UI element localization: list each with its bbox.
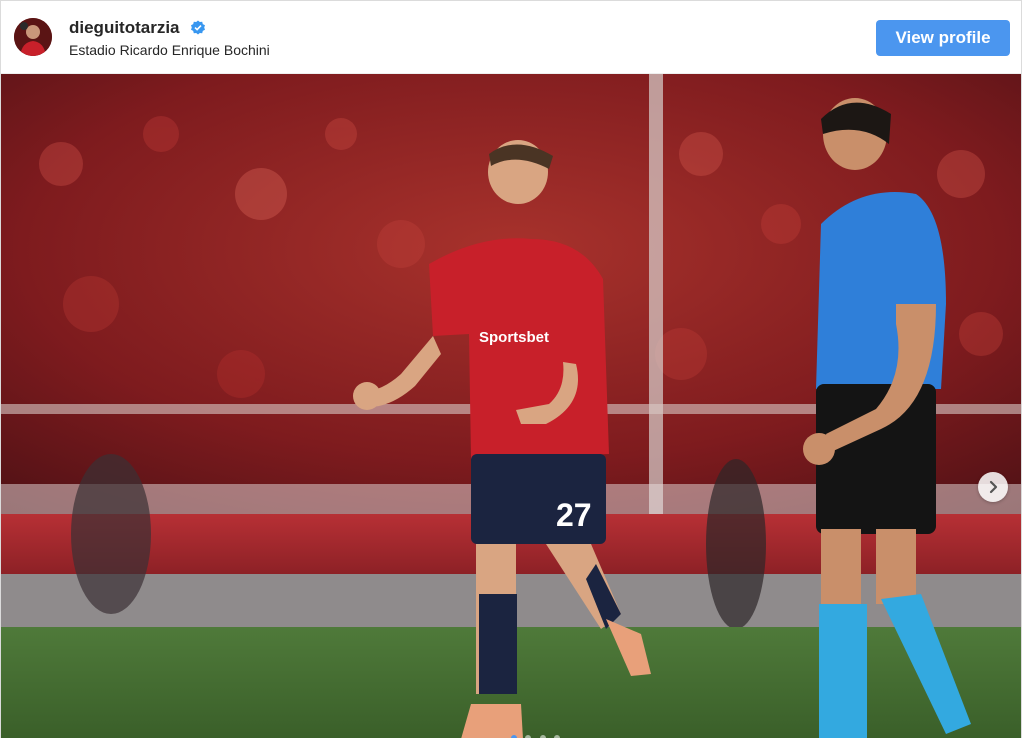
avatar[interactable]: [14, 18, 52, 56]
post-photo[interactable]: 27 Sportsbet: [1, 74, 1021, 738]
player-number: 27: [556, 497, 592, 533]
view-profile-button[interactable]: View profile: [876, 20, 1010, 56]
photo-scene: 27 Sportsbet: [1, 74, 1021, 738]
user-info: dieguitotarzia: [69, 18, 206, 38]
chevron-right-icon: [989, 480, 998, 494]
verified-badge-icon: [190, 20, 205, 35]
instagram-post-card: dieguitotarzia Estadio Ricardo Enrique B…: [0, 0, 1022, 738]
carousel-indicator: [511, 728, 564, 738]
username-link[interactable]: dieguitotarzia: [69, 18, 180, 38]
location-link[interactable]: Estadio Ricardo Enrique Bochini: [69, 42, 270, 58]
sponsor-text: Sportsbet: [479, 329, 549, 346]
post-header: dieguitotarzia Estadio Ricardo Enrique B…: [1, 1, 1021, 74]
next-photo-button[interactable]: [978, 472, 1008, 502]
